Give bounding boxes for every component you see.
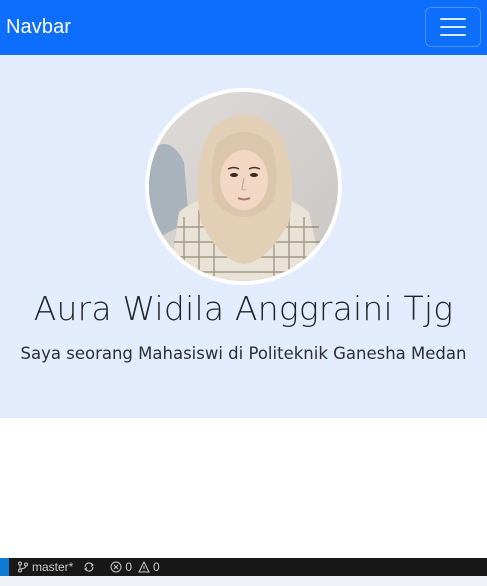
warning-triangle-icon — [138, 561, 150, 573]
editor-status-bar: master* 0 0 — [0, 558, 487, 576]
sync-icon[interactable] — [82, 561, 96, 573]
profile-name: Aura Widila Anggraini Tjg — [33, 289, 454, 328]
problems-status[interactable]: 0 0 — [110, 560, 160, 574]
page-bottom-edge — [0, 576, 487, 586]
remote-indicator[interactable] — [0, 558, 9, 576]
navbar-toggler-button[interactable] — [425, 7, 481, 47]
profile-tagline: Saya seorang Mahasiswi di Politeknik Gan… — [20, 344, 467, 363]
avatar — [145, 88, 342, 285]
error-count: 0 — [125, 560, 133, 574]
profile-hero: Aura Widila Anggraini Tjg Saya seorang M… — [0, 55, 487, 418]
source-control-icon — [18, 561, 28, 573]
hamburger-icon — [440, 18, 466, 36]
navbar: Navbar — [0, 0, 487, 55]
branch-status[interactable]: master* — [17, 560, 96, 574]
error-circle-icon — [110, 561, 122, 573]
navbar-brand[interactable]: Navbar — [6, 16, 71, 39]
warning-count: 0 — [153, 560, 160, 574]
branch-name: master* — [32, 560, 74, 574]
avatar-image — [149, 92, 338, 281]
